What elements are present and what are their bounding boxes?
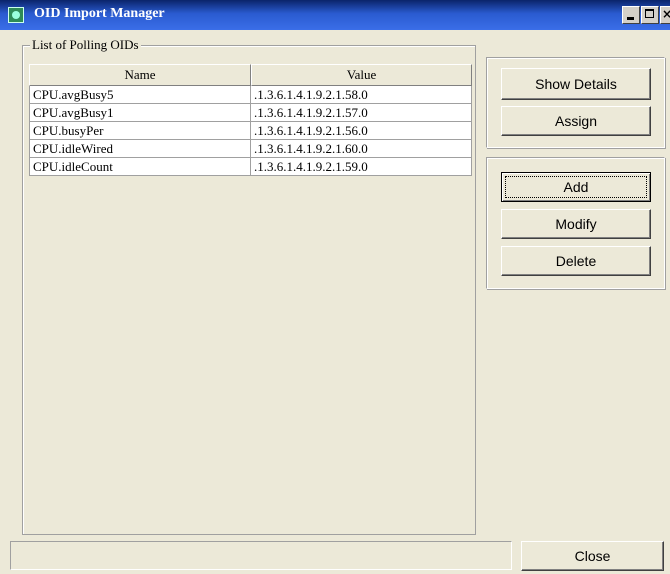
table-row[interactable]: CPU.idleWired .1.3.6.1.4.1.9.2.1.60.0 — [29, 140, 472, 158]
table-header: Name Value — [29, 64, 472, 86]
oid-table[interactable]: Name Value CPU.avgBusy5 .1.3.6.1.4.1.9.2… — [29, 64, 472, 532]
close-button[interactable]: Close — [521, 541, 664, 571]
app-icon — [8, 7, 24, 23]
table-row[interactable]: CPU.busyPer .1.3.6.1.4.1.9.2.1.56.0 — [29, 122, 472, 140]
focus-ring — [505, 176, 647, 198]
group-label: List of Polling OIDs — [30, 37, 141, 53]
status-bar — [10, 541, 512, 570]
cell-value: .1.3.6.1.4.1.9.2.1.57.0 — [251, 104, 472, 122]
table-row[interactable]: CPU.avgBusy1 .1.3.6.1.4.1.9.2.1.57.0 — [29, 104, 472, 122]
column-header-value[interactable]: Value — [251, 64, 472, 86]
title-bar: OID Import Manager × — [0, 0, 670, 30]
window-title: OID Import Manager — [34, 6, 165, 21]
cell-value: .1.3.6.1.4.1.9.2.1.58.0 — [251, 86, 472, 104]
table-row[interactable]: CPU.avgBusy5 .1.3.6.1.4.1.9.2.1.58.0 — [29, 86, 472, 104]
delete-button[interactable]: Delete — [501, 246, 651, 276]
cell-name: CPU.idleWired — [29, 140, 251, 158]
cell-value: .1.3.6.1.4.1.9.2.1.60.0 — [251, 140, 472, 158]
cell-name: CPU.avgBusy1 — [29, 104, 251, 122]
close-icon[interactable]: × — [660, 6, 670, 24]
cell-name: CPU.avgBusy5 — [29, 86, 251, 104]
cell-name: CPU.idleCount — [29, 158, 251, 176]
cell-value: .1.3.6.1.4.1.9.2.1.59.0 — [251, 158, 472, 176]
minimize-icon[interactable] — [622, 6, 640, 24]
cell-name: CPU.busyPer — [29, 122, 251, 140]
table-row[interactable]: CPU.idleCount .1.3.6.1.4.1.9.2.1.59.0 — [29, 158, 472, 176]
modify-button[interactable]: Modify — [501, 209, 651, 239]
maximize-icon[interactable] — [641, 6, 659, 24]
column-header-name[interactable]: Name — [29, 64, 251, 86]
show-details-button[interactable]: Show Details — [501, 68, 651, 100]
cell-value: .1.3.6.1.4.1.9.2.1.56.0 — [251, 122, 472, 140]
assign-button[interactable]: Assign — [501, 106, 651, 136]
add-button[interactable]: Add — [501, 172, 651, 202]
